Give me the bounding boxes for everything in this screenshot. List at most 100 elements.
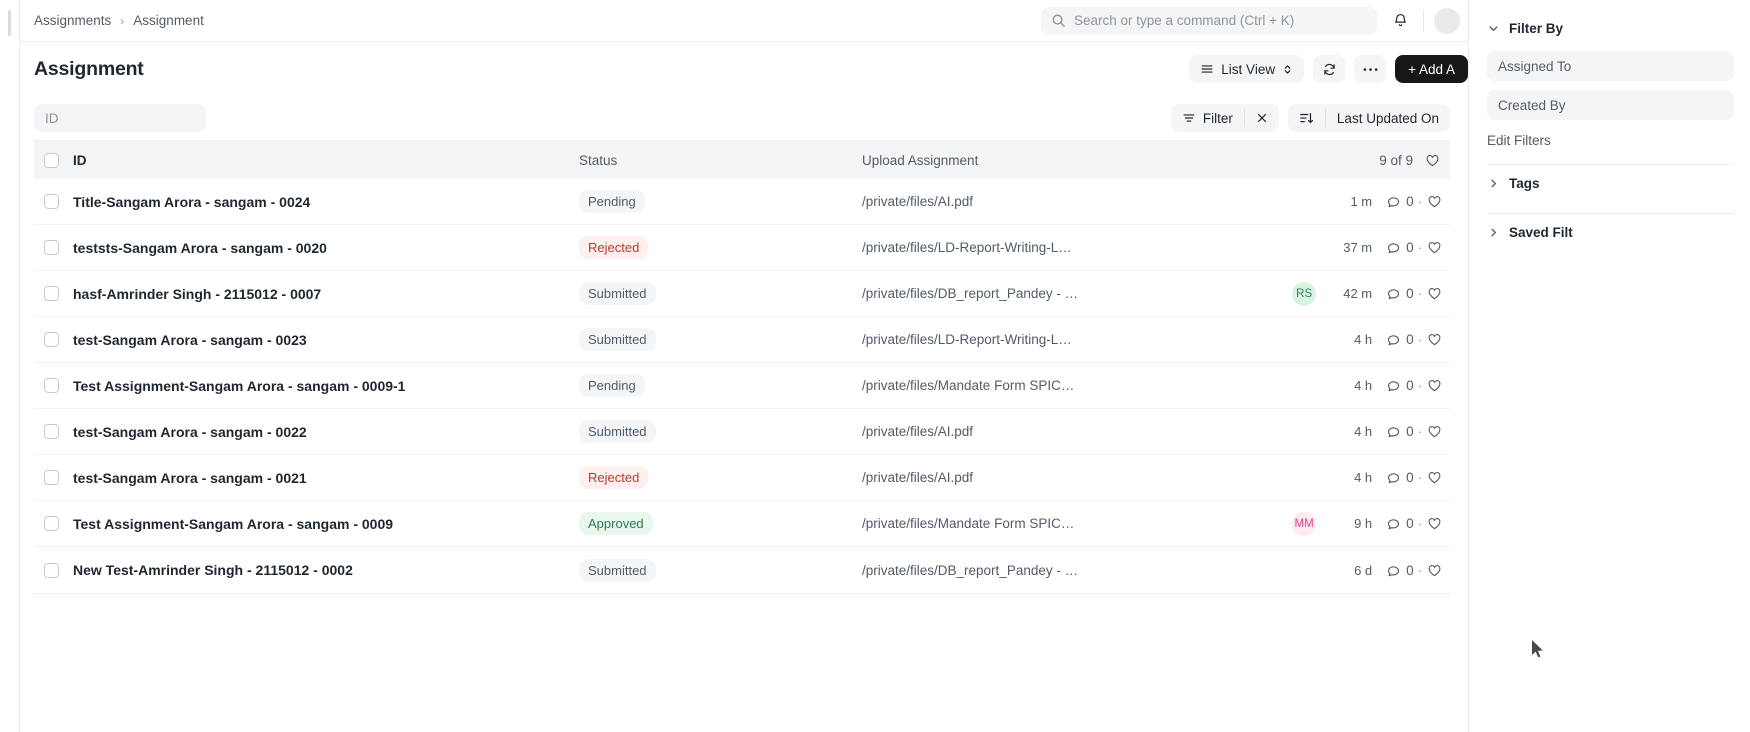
comment-icon	[1386, 470, 1401, 485]
filter-by-header[interactable]: Filter By	[1487, 14, 1734, 42]
row-status-cell: Submitted	[579, 559, 862, 582]
row-comment-count[interactable]: 0	[1386, 286, 1414, 301]
bell-icon	[1392, 12, 1409, 29]
row-checkbox[interactable]	[44, 424, 59, 439]
row-like-icon[interactable]	[1427, 194, 1442, 209]
header-meta: 9 of 9	[1232, 153, 1442, 168]
row-file-path[interactable]: /private/files/Mandate Form SPIC…	[862, 516, 1232, 531]
row-like-icon[interactable]	[1427, 516, 1442, 531]
row-avatar[interactable]: RS	[1292, 282, 1316, 306]
table-row[interactable]: test-Sangam Arora - sangam - 0022Submitt…	[34, 409, 1450, 455]
row-file-path[interactable]: /private/files/AI.pdf	[862, 470, 1232, 485]
row-comment-count[interactable]: 0	[1386, 240, 1414, 255]
filter-chip-created-by[interactable]: Created By	[1487, 90, 1734, 120]
row-like-icon[interactable]	[1427, 470, 1442, 485]
sidebar-resize-handle[interactable]	[8, 10, 11, 36]
column-header-id[interactable]: ID	[59, 153, 579, 168]
row-file-path[interactable]: /private/files/LD-Report-Writing-L…	[862, 332, 1232, 347]
row-file-path[interactable]: /private/files/DB_report_Pandey - …	[862, 563, 1232, 578]
row-comment-count[interactable]: 0	[1386, 194, 1414, 209]
row-like-icon[interactable]	[1427, 378, 1442, 393]
row-file-path[interactable]: /private/files/AI.pdf	[862, 194, 1232, 209]
row-meta: 6 d0·	[1232, 563, 1442, 578]
breadcrumb-current[interactable]: Assignment	[133, 13, 204, 28]
filter-chip-assigned-to[interactable]: Assigned To	[1487, 51, 1734, 81]
view-switcher-button[interactable]: List View	[1189, 55, 1304, 83]
table-row[interactable]: New Test-Amrinder Singh - 2115012 - 0002…	[34, 547, 1450, 593]
row-checkbox[interactable]	[44, 563, 59, 578]
row-comment-count[interactable]: 0	[1386, 470, 1414, 485]
row-like-icon[interactable]	[1427, 240, 1442, 255]
row-id-link[interactable]: test-Sangam Arora - sangam - 0021	[59, 470, 579, 486]
row-checkbox[interactable]	[44, 240, 59, 255]
row-id-link[interactable]: teststs-Sangam Arora - sangam - 0020	[59, 240, 579, 256]
row-avatar[interactable]: MM	[1292, 512, 1316, 536]
table-row[interactable]: hasf-Amrinder Singh - 2115012 - 0007Subm…	[34, 271, 1450, 317]
sort-direction-button[interactable]	[1288, 104, 1325, 132]
table-row[interactable]: test-Sangam Arora - sangam - 0023Submitt…	[34, 317, 1450, 363]
breadcrumb-parent[interactable]: Assignments	[34, 13, 111, 28]
row-timestamp: 4 h	[1324, 470, 1372, 485]
row-status-cell: Pending	[579, 190, 862, 213]
add-assignment-button[interactable]: + Add A	[1395, 55, 1468, 83]
row-file-path[interactable]: /private/files/AI.pdf	[862, 424, 1232, 439]
table-body: Title-Sangam Arora - sangam - 0024Pendin…	[34, 179, 1450, 593]
row-like-icon[interactable]	[1427, 286, 1442, 301]
row-file-path[interactable]: /private/files/LD-Report-Writing-L…	[862, 240, 1232, 255]
avatar[interactable]	[1434, 8, 1460, 34]
row-checkbox[interactable]	[44, 378, 59, 393]
row-checkbox[interactable]	[44, 194, 59, 209]
row-timestamp: 6 d	[1324, 563, 1372, 578]
row-timestamp: 4 h	[1324, 424, 1372, 439]
row-file-path[interactable]: /private/files/Mandate Form SPIC…	[862, 378, 1232, 393]
row-checkbox[interactable]	[44, 516, 59, 531]
comment-count-value: 0	[1406, 240, 1414, 255]
table-row[interactable]: Test Assignment-Sangam Arora - sangam - …	[34, 363, 1450, 409]
table-row[interactable]: Test Assignment-Sangam Arora - sangam - …	[34, 501, 1450, 547]
left-rail	[0, 0, 20, 732]
edit-filters-link[interactable]: Edit Filters	[1487, 133, 1734, 148]
row-id-link[interactable]: hasf-Amrinder Singh - 2115012 - 0007	[59, 286, 579, 302]
row-comment-count[interactable]: 0	[1386, 424, 1414, 439]
table-row[interactable]: test-Sangam Arora - sangam - 0021Rejecte…	[34, 455, 1450, 501]
sort-field-button[interactable]: Last Updated On	[1326, 104, 1450, 132]
meta-separator: ·	[1418, 516, 1422, 531]
row-checkbox[interactable]	[44, 286, 59, 301]
table-row[interactable]: Title-Sangam Arora - sangam - 0024Pendin…	[34, 179, 1450, 225]
row-id-link[interactable]: Test Assignment-Sangam Arora - sangam - …	[59, 378, 579, 394]
like-filter-icon[interactable]	[1425, 153, 1440, 168]
comment-count-value: 0	[1406, 516, 1414, 531]
row-comment-count[interactable]: 0	[1386, 516, 1414, 531]
row-id-link[interactable]: test-Sangam Arora - sangam - 0023	[59, 332, 579, 348]
notifications-button[interactable]	[1377, 12, 1423, 29]
row-like-icon[interactable]	[1427, 424, 1442, 439]
row-id-link[interactable]: test-Sangam Arora - sangam - 0022	[59, 424, 579, 440]
row-id-link[interactable]: Title-Sangam Arora - sangam - 0024	[59, 194, 579, 210]
saved-filters-header[interactable]: Saved Filt	[1487, 218, 1734, 246]
row-comment-count[interactable]: 0	[1386, 332, 1414, 347]
row-like-icon[interactable]	[1427, 563, 1442, 578]
filter-button[interactable]: Filter	[1171, 104, 1244, 132]
assignment-list: ID Status Upload Assignment 9 of 9	[34, 140, 1450, 594]
id-filter-input[interactable]	[34, 104, 206, 132]
row-timestamp: 42 m	[1324, 286, 1372, 301]
search-input[interactable]: Search or type a command (Ctrl + K)	[1041, 7, 1377, 35]
comment-count-value: 0	[1406, 378, 1414, 393]
row-checkbox[interactable]	[44, 332, 59, 347]
column-header-status[interactable]: Status	[579, 153, 862, 168]
row-checkbox[interactable]	[44, 470, 59, 485]
more-menu-button[interactable]	[1354, 55, 1386, 83]
column-header-file[interactable]: Upload Assignment	[862, 153, 1232, 168]
tags-header[interactable]: Tags	[1487, 169, 1734, 197]
table-row[interactable]: teststs-Sangam Arora - sangam - 0020Reje…	[34, 225, 1450, 271]
row-id-link[interactable]: Test Assignment-Sangam Arora - sangam - …	[59, 516, 579, 532]
clear-filter-button[interactable]	[1245, 104, 1279, 132]
row-comment-count[interactable]: 0	[1386, 563, 1414, 578]
row-id-link[interactable]: New Test-Amrinder Singh - 2115012 - 0002	[59, 562, 579, 578]
select-all-checkbox[interactable]	[44, 153, 59, 168]
row-like-icon[interactable]	[1427, 332, 1442, 347]
refresh-button[interactable]	[1313, 55, 1345, 83]
row-file-path[interactable]: /private/files/DB_report_Pandey - …	[862, 286, 1232, 301]
filter-by-section: Filter By Assigned To Created By Edit Fi…	[1487, 14, 1734, 148]
row-comment-count[interactable]: 0	[1386, 378, 1414, 393]
